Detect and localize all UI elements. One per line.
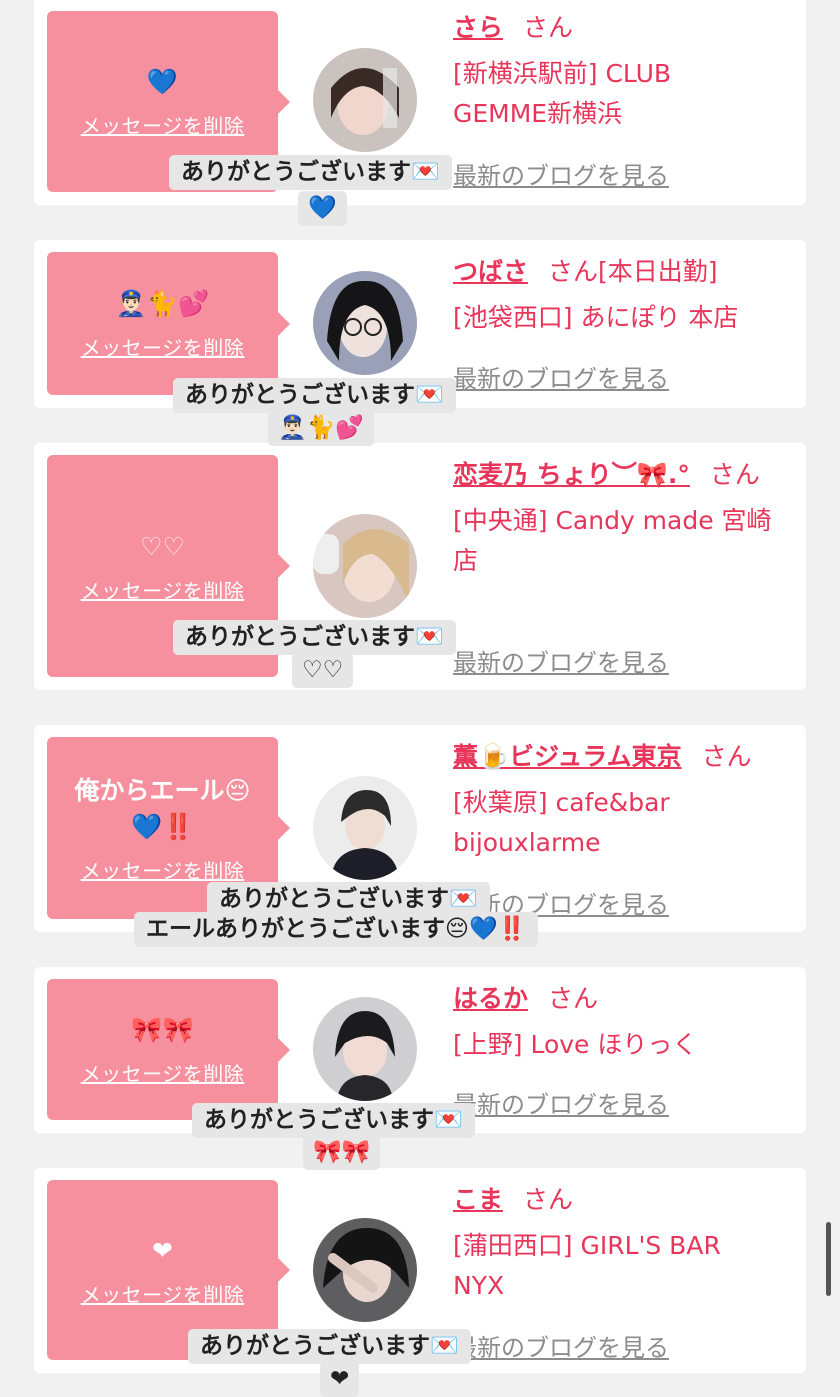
cast-name-link[interactable]: はるか	[453, 984, 528, 1013]
reply-emoji: ♡♡	[292, 653, 354, 688]
scrollbar[interactable]	[826, 1222, 831, 1296]
delete-message-link[interactable]: メッセージを削除	[81, 575, 245, 604]
san-label: さん	[523, 1185, 574, 1214]
message-text: 💙	[146, 67, 179, 96]
blog-link[interactable]: 最新のブログを見る	[453, 1085, 669, 1120]
reply-thanks: ありがとうございます💌	[169, 155, 452, 190]
shop-name: [新横浜駅前] CLUB GEMME新横浜	[453, 59, 672, 128]
delete-message-link[interactable]: メッセージを削除	[81, 110, 245, 139]
delete-message-link[interactable]: メッセージを削除	[81, 332, 245, 361]
delete-message-link[interactable]: メッセージを削除	[81, 855, 245, 884]
message-text: 🎀🎀	[131, 1015, 194, 1044]
cast-name-link[interactable]: さら	[453, 13, 503, 42]
cast-info: つばさ さん[本日出勤] [池袋西口] あにぽり 本店	[453, 252, 792, 338]
san-label: さん	[709, 460, 760, 489]
reply-emoji: 💙	[298, 191, 347, 226]
cast-name-link[interactable]: つばさ	[453, 257, 528, 286]
delete-message-link[interactable]: メッセージを削除	[81, 1279, 245, 1308]
san-label: さん	[523, 13, 574, 42]
work-status: [本日出勤]	[598, 257, 718, 286]
message-text: 👮🏻‍♂️🐈💕	[115, 289, 210, 318]
message-text: ❤	[152, 1235, 173, 1265]
avatar[interactable]	[313, 48, 417, 152]
shop-name: [上野] Love ほりっく	[453, 1030, 698, 1059]
shop-name: [秋葉原] cafe&bar bijouxlarme	[453, 788, 670, 857]
blog-link[interactable]: 最新のブログを見る	[453, 643, 669, 678]
avatar[interactable]	[313, 776, 417, 880]
shop-name: [蒲田西口] GIRL'S BAR NYX	[453, 1231, 721, 1300]
avatar[interactable]	[313, 271, 417, 375]
reply-emoji: ❤	[320, 1362, 360, 1397]
blog-link[interactable]: 最新のブログを見る	[453, 156, 669, 191]
cast-info: 恋麦乃 ちょり︶🎀.° さん [中央通] Candy made 宮崎店	[453, 455, 792, 581]
message-text: 俺からエール😔💙‼️	[74, 775, 251, 841]
avatar[interactable]	[313, 1218, 417, 1322]
cast-name-link[interactable]: こま	[453, 1185, 503, 1214]
message-bubble: 👮🏻‍♂️🐈💕 メッセージを削除	[47, 252, 290, 395]
san-label: さん	[701, 742, 752, 771]
reply-emoji: 👮🏻‍♂️🐈💕	[268, 411, 374, 446]
delete-message-link[interactable]: メッセージを削除	[81, 1058, 245, 1087]
reply-thanks: ありがとうございます💌	[173, 620, 456, 655]
reply-emoji: エールありがとうございます😔💙‼️	[134, 912, 539, 947]
cast-info: はるか さん [上野] Love ほりっく	[453, 979, 792, 1065]
reply-emoji: 🎀🎀	[303, 1135, 381, 1170]
message-bubble: 🎀🎀 メッセージを削除	[47, 979, 290, 1120]
reply-thanks: ありがとうございます💌	[188, 1329, 471, 1364]
message-text: ♡♡	[140, 531, 185, 561]
san-label: さん	[548, 984, 599, 1013]
avatar[interactable]	[313, 514, 417, 618]
cast-name-link[interactable]: 薫🍺ビジュラム東京	[453, 742, 682, 771]
shop-name: [中央通] Candy made 宮崎店	[453, 506, 772, 575]
blog-link[interactable]: 最新のブログを見る	[453, 359, 669, 394]
cast-name-link[interactable]: 恋麦乃 ちょり︶🎀.°	[453, 460, 690, 489]
reply-thanks: ありがとうございます💌	[173, 378, 456, 413]
avatar[interactable]	[313, 997, 417, 1101]
san-label: さん	[548, 257, 599, 286]
blog-link[interactable]: 最新のブログを見る	[453, 1328, 669, 1363]
cast-info: さら さん [新横浜駅前] CLUB GEMME新横浜	[453, 8, 792, 134]
cast-info: 薫🍺ビジュラム東京 さん [秋葉原] cafe&bar bijouxlarme	[453, 737, 792, 863]
cast-info: こま さん [蒲田西口] GIRL'S BAR NYX	[453, 1180, 792, 1306]
shop-name: [池袋西口] あにぽり 本店	[453, 303, 739, 332]
reply-thanks: ありがとうございます💌	[192, 1103, 475, 1138]
